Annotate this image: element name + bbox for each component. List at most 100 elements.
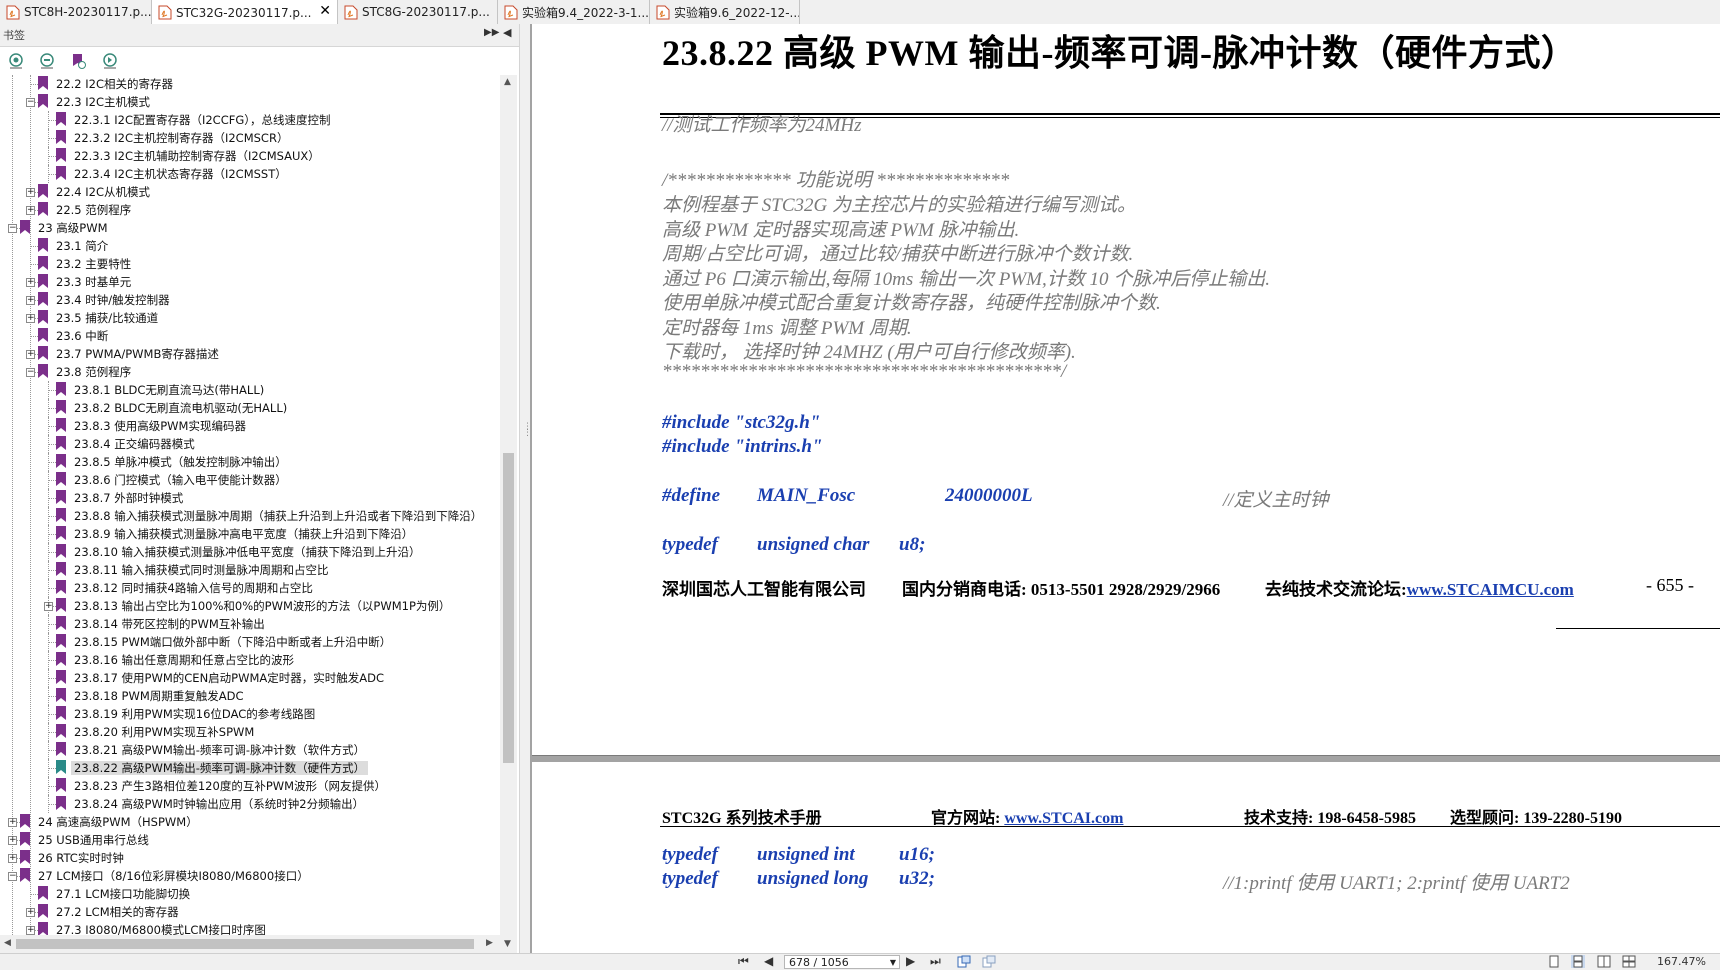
bookmark-item[interactable]: 23.8.16 输出任意周期和任意占空比的波形	[56, 651, 297, 669]
bookmark-item[interactable]: 23.8 范例程序	[38, 363, 134, 381]
bookmark-item[interactable]: 24 高速高级PWM（HSPWM）	[20, 813, 201, 831]
sidebar-dock-icon[interactable]: ▶▶	[484, 27, 499, 38]
next-bookmark-icon[interactable]	[101, 52, 119, 70]
collapse-bookmark-icon[interactable]	[38, 52, 56, 70]
bookmark-item[interactable]: 23.8.1 BLDC无刷直流马达(带HALL)	[56, 381, 267, 399]
expand-node-icon[interactable]: +	[8, 818, 17, 827]
expand-node-icon[interactable]: +	[26, 206, 35, 215]
bookmark-item[interactable]: 23.8.2 BLDC无刷直流电机驱动(无HALL)	[56, 399, 290, 417]
prev-page-icon[interactable]: ◀	[764, 954, 773, 968]
facing-view-icon[interactable]	[1597, 955, 1611, 968]
bookmark-item[interactable]: 22.4 I2C从机模式	[38, 183, 153, 201]
bookmark-item[interactable]: 23 高级PWM	[20, 219, 111, 237]
expand-node-icon[interactable]: +	[26, 278, 35, 287]
bookmark-item[interactable]: 23.8.24 高级PWM时钟输出应用（系统时钟2分频输出）	[56, 795, 367, 813]
sidebar-collapse-icon[interactable]: ◀	[503, 26, 511, 39]
bookmark-item[interactable]: 23.8.23 产生3路相位差120度的互补PWM波形（网友提供）	[56, 777, 389, 795]
rotate-page-icon[interactable]	[957, 955, 971, 968]
bookmark-item[interactable]: 23.8.5 单脉冲模式（触发控制脉冲输出）	[56, 453, 290, 471]
bookmark-item[interactable]: 23.8.9 输入捕获模式测量脉冲高电平宽度（捕获上升沿到下降沿）	[56, 525, 416, 543]
bookmark-item[interactable]: 23.8.14 带死区控制的PWM互补输出	[56, 615, 268, 633]
page-number-input[interactable]: 678 / 1056 ▼	[784, 955, 900, 969]
collapse-node-icon[interactable]: −	[8, 872, 17, 881]
bookmark-item[interactable]: 27.2 LCM相关的寄存器	[38, 903, 182, 921]
scrollbar-thumb[interactable]	[16, 939, 474, 949]
bookmark-item[interactable]: 22.3.4 I2C主机状态寄存器（I2CMSST）	[56, 165, 290, 183]
bookmark-item[interactable]: 23.5 捕获/比较通道	[38, 309, 161, 327]
last-page-icon[interactable]: ⏭	[930, 954, 941, 969]
expand-node-icon[interactable]: +	[26, 926, 35, 935]
next-page-icon[interactable]: ▶	[906, 954, 915, 968]
bookmark-item[interactable]: 23.8.12 同时捕获4路输入信号的周期和占空比	[56, 579, 316, 597]
expand-node-icon[interactable]: +	[8, 854, 17, 863]
bookmark-item[interactable]: 23.4 时钟/触发控制器	[38, 291, 173, 309]
bookmark-item[interactable]: 23.1 简介	[38, 237, 111, 255]
collapse-node-icon[interactable]: −	[26, 98, 35, 107]
bookmark-item[interactable]: 23.2 主要特性	[38, 255, 134, 273]
bookmark-item[interactable]: 23.8.19 利用PWM实现16位DAC的参考线路图	[56, 705, 318, 723]
first-page-icon[interactable]: ⏮	[738, 954, 749, 969]
expand-node-icon[interactable]: +	[26, 296, 35, 305]
bookmark-item[interactable]: 22.3 I2C主机模式	[38, 93, 153, 111]
zoom-level[interactable]: 167.47%	[1657, 955, 1706, 968]
continuous-facing-view-icon[interactable]	[1622, 955, 1636, 968]
tab-lab-9-6[interactable]: 实验箱9.6_2022-12-...	[650, 0, 800, 24]
copy-page-icon[interactable]	[982, 955, 996, 968]
bookmark-item[interactable]: 23.8.13 输出占空比为100%和0%的PWM波形的方法（以PWM1P为例）	[56, 597, 453, 615]
forum-link[interactable]: www.STCAIMCU.com	[1407, 580, 1574, 599]
bookmark-item[interactable]: 23.8.17 使用PWM的CEN启动PWMA定时器，实时触发ADC	[56, 669, 387, 687]
bookmark-item[interactable]: 23.3 时基单元	[38, 273, 134, 291]
bookmark-item[interactable]: 23.8.15 PWM端口做外部中断（下降沿中断或者上升沿中断）	[56, 633, 394, 651]
sidebar-horizontal-scrollbar[interactable]: ◀ ▶	[0, 935, 500, 953]
document-view[interactable]: 23.8.22 高级 PWM 输出-频率可调-脉冲计数（硬件方式） //测试工作…	[530, 24, 1720, 953]
bookmark-item[interactable]: 23.8.20 利用PWM实现互补SPWM	[56, 723, 257, 741]
bookmark-item[interactable]: 25 USB通用串行总线	[20, 831, 152, 849]
chevron-down-icon[interactable]: ▼	[890, 956, 896, 970]
tab-lab-9-4[interactable]: 实验箱9.4_2022-3-1...	[498, 0, 650, 24]
bookmark-item[interactable]: 22.2 I2C相关的寄存器	[38, 75, 176, 93]
tab-stc8h[interactable]: STC8H-20230117.p...	[0, 0, 152, 24]
collapse-node-icon[interactable]: −	[26, 368, 35, 377]
scroll-up-icon[interactable]: ▲	[504, 77, 511, 87]
expand-node-icon[interactable]: +	[26, 350, 35, 359]
bookmark-item[interactable]: 23.8.3 使用高级PWM实现编码器	[56, 417, 249, 435]
bookmark-item[interactable]: 27.1 LCM接口功能脚切换	[38, 885, 193, 903]
bookmark-item[interactable]: 23.8.11 输入捕获模式同时测量脉冲周期和占空比	[56, 561, 332, 579]
bookmark-item[interactable]: 23.8.4 正交编码器模式	[56, 435, 198, 453]
tab-stc32g[interactable]: STC32G-20230117.p... ✕	[152, 0, 338, 25]
collapse-node-icon[interactable]: −	[8, 224, 17, 233]
bookmark-item[interactable]: 26 RTC实时时钟	[20, 849, 127, 867]
prev-bookmark-icon[interactable]	[69, 52, 87, 70]
site-link[interactable]: www.STCAI.com	[1004, 810, 1123, 827]
expand-node-icon[interactable]: +	[26, 314, 35, 323]
single-page-view-icon[interactable]	[1547, 955, 1561, 968]
expand-node-icon[interactable]: +	[8, 836, 17, 845]
continuous-view-icon[interactable]	[1571, 955, 1585, 968]
expand-node-icon[interactable]: +	[26, 908, 35, 917]
scroll-right-icon[interactable]: ▶	[486, 938, 493, 948]
bookmark-item[interactable]: 22.3.2 I2C主机控制寄存器（I2CMSCR）	[56, 129, 291, 147]
bookmark-item[interactable]: 23.8.22 高级PWM输出-频率可调-脉冲计数（硬件方式）	[56, 759, 369, 777]
close-tab-icon[interactable]: ✕	[319, 3, 331, 19]
bookmark-item[interactable]: 22.3.3 I2C主机辅助控制寄存器（I2CMSAUX）	[56, 147, 323, 165]
bookmark-item[interactable]: 23.8.18 PWM周期重复触发ADC	[56, 687, 247, 705]
expand-node-icon[interactable]: +	[26, 188, 35, 197]
bookmark-item[interactable]: 23.8.7 外部时钟模式	[56, 489, 186, 507]
expand-bookmark-icon[interactable]	[7, 52, 25, 70]
bookmark-item[interactable]: 22.3.1 I2C配置寄存器（I2CCFG），总线速度控制	[56, 111, 334, 129]
bookmark-item[interactable]: 27 LCM接口（8/16位彩屏模块I8080/M6800接口）	[20, 867, 312, 885]
bookmark-item[interactable]: 23.8.21 高级PWM输出-频率可调-脉冲计数（软件方式）	[56, 741, 368, 759]
bookmark-item[interactable]: 22.5 范例程序	[38, 201, 134, 219]
bookmark-item[interactable]: 23.6 中断	[38, 327, 111, 345]
bookmark-item[interactable]: 23.8.6 门控模式（输入电平使能计数器）	[56, 471, 290, 489]
bookmark-item[interactable]: 23.8.10 输入捕获模式测量脉冲低电平宽度（捕获下降沿到上升沿）	[56, 543, 424, 561]
scroll-down-icon[interactable]: ▼	[504, 939, 511, 949]
sidebar-vertical-scrollbar[interactable]: ▲ ▼	[500, 75, 517, 953]
bookmark-item[interactable]: 23.8.8 输入捕获模式测量脉冲周期（捕获上升沿到上升沿或者下降沿到下降沿）	[56, 507, 485, 525]
scroll-left-icon[interactable]: ◀	[4, 938, 11, 948]
bookmark-item[interactable]: 23.7 PWMA/PWMB寄存器描述	[38, 345, 222, 363]
expand-node-icon[interactable]: +	[44, 602, 53, 611]
bookmark-icon	[38, 202, 48, 216]
scrollbar-thumb[interactable]	[503, 453, 514, 763]
tab-stc8g[interactable]: STC8G-20230117.p...	[338, 0, 498, 24]
